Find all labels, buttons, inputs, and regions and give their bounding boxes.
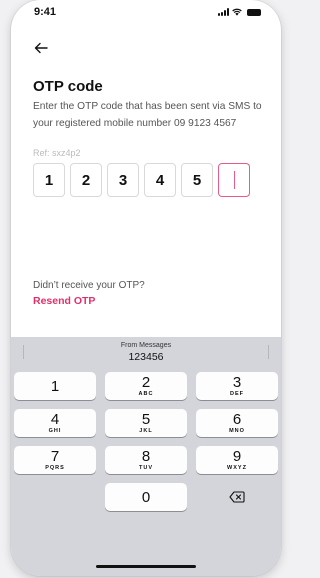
- wifi-icon: [232, 8, 242, 16]
- key-number: 0: [141, 489, 151, 506]
- otp-digit-field-active[interactable]: [218, 163, 250, 197]
- suggestion-divider: [268, 345, 269, 359]
- key-0[interactable]: 0: [105, 483, 187, 511]
- arrow-left-icon[interactable]: [33, 40, 49, 56]
- cellular-signal-icon: [218, 8, 229, 16]
- otp-digit-field[interactable]: 4: [144, 163, 176, 197]
- key-number: 7: [50, 448, 60, 465]
- otp-instructions: Enter the OTP code that has been sent vi…: [33, 101, 262, 129]
- otp-digit-field[interactable]: 3: [107, 163, 139, 197]
- key-letters: MNO: [229, 428, 245, 434]
- key-number: 9: [232, 448, 242, 465]
- resend-otp-link[interactable]: Resend OTP: [33, 295, 95, 307]
- text-caret: [233, 171, 235, 189]
- key-3[interactable]: 3 DEF: [196, 372, 278, 400]
- otp-digit-field[interactable]: 5: [181, 163, 213, 197]
- phone-frame: 9:41 OTP code Enter the OTP code that ha…: [11, 0, 281, 576]
- key-5[interactable]: 5 JKL: [105, 409, 187, 437]
- otp-input-row: 1 2 3 4 5: [33, 163, 250, 197]
- key-number: 8: [141, 448, 151, 465]
- autofill-suggestion[interactable]: From Messages 123456: [11, 337, 281, 367]
- status-time: 9:41: [34, 6, 57, 18]
- key-number: 5: [141, 411, 151, 428]
- otp-reference: Ref: sxz4p2: [33, 148, 81, 158]
- key-7[interactable]: 7 PQRS: [14, 446, 96, 474]
- otp-digit-field[interactable]: 2: [70, 163, 102, 197]
- key-number: 1: [50, 378, 60, 395]
- key-8[interactable]: 8 TUV: [105, 446, 187, 474]
- status-icons: [218, 8, 261, 16]
- backspace-icon: [229, 491, 245, 503]
- status-bar: 9:41: [11, 0, 281, 28]
- key-4[interactable]: 4 GHI: [14, 409, 96, 437]
- key-number: 2: [141, 374, 151, 391]
- key-2[interactable]: 2 ABC: [105, 372, 187, 400]
- key-letters: DEF: [230, 391, 244, 397]
- key-1[interactable]: 1: [14, 372, 96, 400]
- suggestion-code: 123456: [128, 351, 164, 363]
- key-letters: GHI: [48, 428, 62, 434]
- key-number: 6: [232, 411, 242, 428]
- key-letters: WXYZ: [227, 465, 247, 471]
- otp-digit-field[interactable]: 1: [33, 163, 65, 197]
- key-number: 4: [50, 411, 60, 428]
- key-letters: JKL: [139, 428, 153, 434]
- resend-prompt: Didn’t receive your OTP?: [33, 280, 145, 291]
- key-letters: ABC: [138, 391, 154, 397]
- page-title: OTP code: [33, 78, 103, 95]
- home-indicator[interactable]: [96, 565, 196, 568]
- key-9[interactable]: 9 WXYZ: [196, 446, 278, 474]
- suggestion-source: From Messages: [120, 342, 172, 349]
- battery-icon: [247, 9, 261, 16]
- numeric-keyboard: From Messages 123456 1 2 ABC 3 DEF 4 GHI…: [11, 337, 281, 576]
- delete-key[interactable]: [196, 483, 278, 511]
- key-6[interactable]: 6 MNO: [196, 409, 278, 437]
- key-letters: PQRS: [45, 465, 65, 471]
- key-number: 3: [232, 374, 242, 391]
- key-letters: TUV: [139, 465, 153, 471]
